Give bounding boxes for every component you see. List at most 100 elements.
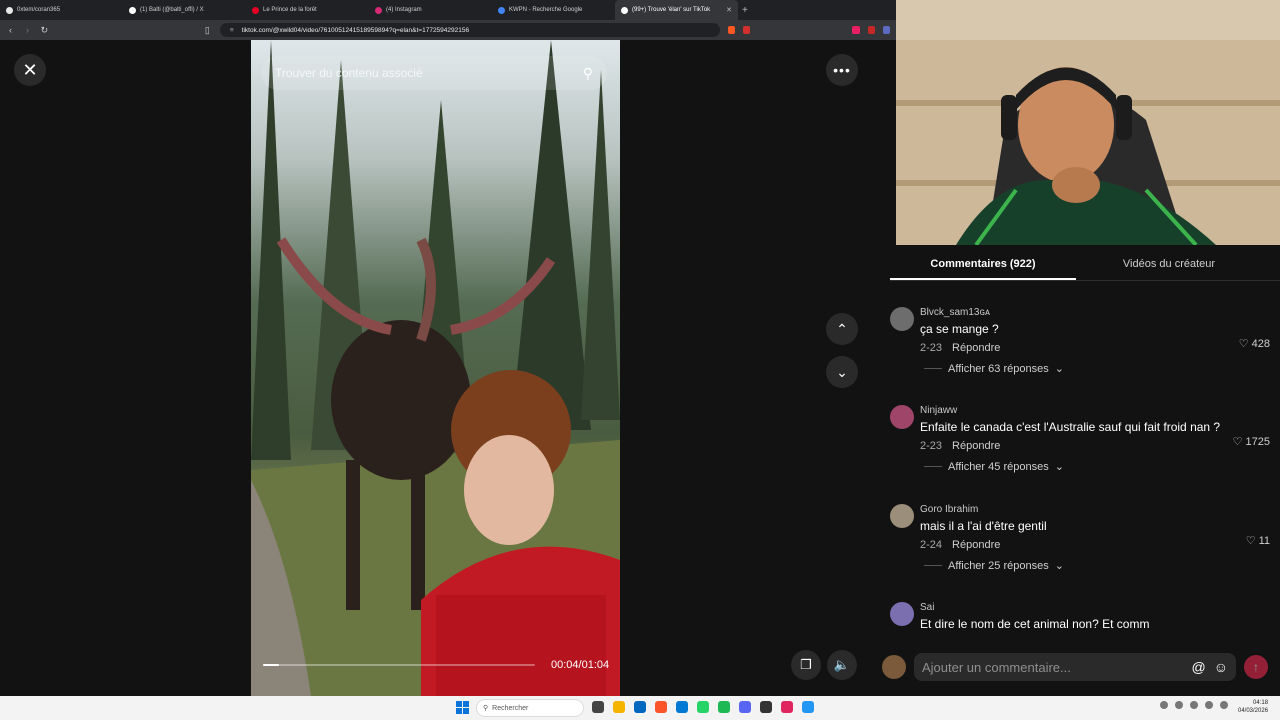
comment-date: 2-23 bbox=[920, 342, 943, 354]
edge-icon[interactable] bbox=[676, 701, 688, 713]
avatar[interactable] bbox=[890, 307, 914, 331]
windows-start-icon[interactable] bbox=[456, 701, 469, 714]
taskbar-apps bbox=[592, 701, 814, 713]
show-replies-label: Afficher 25 réponses bbox=[948, 559, 1049, 572]
wifi-icon[interactable] bbox=[1190, 701, 1198, 709]
next-video-icon[interactable]: ⌄ bbox=[826, 356, 858, 388]
related-content-search[interactable]: Trouver du contenu associé ⚲ bbox=[261, 56, 607, 90]
tab-comments[interactable]: Commentaires (922) bbox=[890, 249, 1076, 280]
heart-icon: ♡ bbox=[1232, 436, 1243, 448]
browser-tab[interactable]: (1) Balti (@balti_offi) / X bbox=[123, 0, 246, 20]
show-replies-button[interactable]: Afficher 63 réponses ⌄ bbox=[924, 362, 1064, 375]
app-icon[interactable] bbox=[781, 701, 793, 713]
extension-icon[interactable] bbox=[728, 26, 736, 34]
search-icon[interactable]: ⚲ bbox=[583, 65, 593, 82]
show-replies-label: Afficher 63 réponses bbox=[948, 362, 1049, 375]
comment-input-placeholder: Ajouter un commentaire... bbox=[922, 659, 1071, 675]
taskbar-clock[interactable]: 04:18 04/03/2026 bbox=[1238, 699, 1268, 715]
file-explorer-icon[interactable] bbox=[613, 701, 625, 713]
picture-in-picture-icon[interactable]: ❐ bbox=[791, 650, 821, 680]
app-icon[interactable] bbox=[760, 701, 772, 713]
url-text: tiktok.com/@xwild04/video/76100512415189… bbox=[241, 26, 470, 34]
tab-label: (99+) Trouve 'élan' sur TikTok bbox=[632, 7, 711, 13]
emoji-icon[interactable]: ☺ bbox=[1214, 659, 1228, 675]
app-icon[interactable] bbox=[802, 701, 814, 713]
divider bbox=[924, 466, 942, 467]
tab-label: KWPN - Recherche Google bbox=[509, 7, 583, 13]
tray-icon[interactable] bbox=[1175, 701, 1183, 709]
show-replies-button[interactable]: Afficher 25 réponses ⌄ bbox=[924, 559, 1064, 572]
like-button[interactable]: ♡ 1725 bbox=[1232, 435, 1270, 449]
clock-time: 04:18 bbox=[1253, 700, 1269, 706]
discord-icon[interactable] bbox=[739, 701, 751, 713]
site-info-icon[interactable]: ≡ bbox=[230, 27, 234, 34]
comment-username[interactable]: Blvck_sam13ɢᴀ bbox=[920, 307, 1270, 318]
extension-icon[interactable] bbox=[852, 26, 860, 34]
like-count: 1725 bbox=[1245, 435, 1270, 448]
tab-label: 0xtem/coran365 bbox=[17, 7, 61, 13]
bookmark-icon[interactable]: ▯ bbox=[203, 25, 212, 36]
url-field[interactable]: ≡ tiktok.com/@xwild04/video/761005124151… bbox=[219, 23, 721, 37]
volume-icon[interactable] bbox=[1205, 701, 1213, 709]
comment-text: Et dire le nom de cet animal non? Et com… bbox=[920, 617, 1150, 631]
tiktok-player-area: ✕ ••• ⌃ ⌄ Trouver du contenu associé ⚲ 0… bbox=[0, 40, 872, 696]
reload-icon[interactable]: ↻ bbox=[40, 25, 49, 36]
tab-favicon-icon bbox=[252, 6, 259, 14]
divider bbox=[924, 565, 942, 566]
more-options-icon[interactable]: ••• bbox=[826, 54, 858, 86]
back-icon[interactable]: ‹ bbox=[6, 25, 15, 35]
show-replies-button[interactable]: Afficher 45 réponses ⌄ bbox=[924, 460, 1064, 473]
comment-username[interactable]: Ninjaww bbox=[920, 405, 1270, 416]
browser-tab[interactable]: KWPN - Recherche Google bbox=[492, 0, 615, 20]
comment-username[interactable]: Goro Ibrahim bbox=[920, 504, 1270, 515]
video-progress-bar[interactable] bbox=[263, 664, 535, 666]
tab-label: (1) Balti (@balti_offi) / X bbox=[140, 7, 204, 13]
mention-icon[interactable]: @ bbox=[1191, 659, 1205, 675]
like-count: 428 bbox=[1251, 337, 1270, 350]
browser-tab[interactable]: 0xtem/coran365 bbox=[0, 0, 123, 20]
new-tab-icon[interactable]: + bbox=[738, 5, 748, 16]
tab-close-icon[interactable]: ✕ bbox=[726, 6, 732, 14]
whatsapp-icon[interactable] bbox=[697, 701, 709, 713]
previous-video-icon[interactable]: ⌃ bbox=[826, 313, 858, 345]
comment-username[interactable]: Sai bbox=[920, 602, 1270, 613]
tab-favicon-icon bbox=[375, 6, 382, 14]
browser-tab[interactable]: Le Prince de la forêt bbox=[246, 0, 369, 20]
tab-creator-videos[interactable]: Vidéos du créateur bbox=[1076, 249, 1262, 280]
search-placeholder: Trouver du contenu associé bbox=[275, 66, 423, 80]
browser-tab[interactable]: (99+) Trouve 'élan' sur TikTok ✕ bbox=[615, 0, 738, 20]
volume-icon[interactable]: 🔈 bbox=[827, 650, 857, 680]
avatar[interactable] bbox=[890, 405, 914, 429]
video-frame bbox=[251, 40, 620, 696]
browser-tab[interactable]: (4) Instagram bbox=[369, 0, 492, 20]
like-button[interactable]: ♡ 428 bbox=[1239, 337, 1270, 351]
task-view-icon[interactable] bbox=[592, 701, 604, 713]
like-button[interactable]: ♡ 11 bbox=[1246, 534, 1270, 548]
reply-button[interactable]: Répondre bbox=[952, 342, 1000, 354]
forward-icon[interactable]: › bbox=[23, 25, 32, 35]
tab-favicon-icon bbox=[129, 6, 136, 14]
send-button[interactable]: ↑ bbox=[1244, 655, 1268, 679]
battery-icon[interactable] bbox=[1220, 701, 1228, 709]
taskbar-search-label: Rechercher bbox=[492, 704, 529, 712]
extension-icon[interactable] bbox=[743, 26, 751, 34]
video-player[interactable]: Trouver du contenu associé ⚲ 00:04/01:04 bbox=[251, 40, 620, 696]
system-tray bbox=[1160, 701, 1228, 709]
tab-favicon-icon bbox=[6, 6, 13, 14]
brave-icon[interactable] bbox=[655, 701, 667, 713]
comment-text: Enfaite le canada c'est l'Australie sauf… bbox=[920, 420, 1221, 434]
reply-button[interactable]: Répondre bbox=[952, 539, 1000, 551]
avatar[interactable] bbox=[890, 602, 914, 626]
extension-icon[interactable] bbox=[882, 26, 890, 34]
spotify-icon[interactable] bbox=[718, 701, 730, 713]
taskbar-search[interactable]: ⚲ Rechercher bbox=[476, 699, 584, 717]
tray-icon[interactable] bbox=[1160, 701, 1168, 709]
reply-button[interactable]: Répondre bbox=[952, 440, 1000, 452]
comment-input[interactable]: Ajouter un commentaire... @ ☺ bbox=[914, 653, 1236, 681]
close-icon[interactable]: ✕ bbox=[14, 54, 46, 86]
avatar[interactable] bbox=[890, 504, 914, 528]
comment-date: 2-24 bbox=[920, 539, 943, 551]
extension-icon[interactable] bbox=[867, 26, 875, 34]
windows-taskbar: ⚲ Rechercher 04:18 04/03/2026 bbox=[0, 696, 1280, 720]
store-icon[interactable] bbox=[634, 701, 646, 713]
